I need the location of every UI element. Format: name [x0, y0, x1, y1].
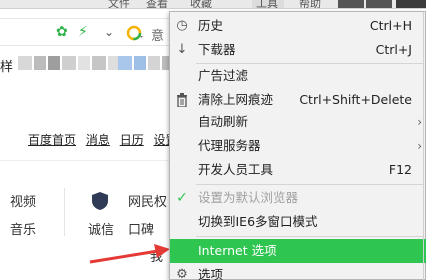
- menu-item-set-default-browser: ✓ 设置为默认浏览器: [170, 186, 426, 210]
- menu-right-edge: [423, 12, 424, 280]
- menu-item-shortcut: F12: [388, 162, 412, 177]
- maximize-button[interactable]: [366, 0, 392, 8]
- menu-item-label: 选项: [198, 267, 224, 280]
- menu-separator: [196, 236, 424, 237]
- menu-item-label: 设置为默认浏览器: [198, 190, 299, 205]
- download-icon: ↓: [176, 42, 188, 57]
- menu-item-label: 历史: [198, 18, 224, 33]
- menu-item-label: 自动刷新: [198, 114, 249, 129]
- trash-icon: [174, 92, 190, 108]
- minimize-button[interactable]: [338, 0, 364, 8]
- submenu-arrow-icon: ›: [417, 139, 422, 153]
- menu-item-clear-history[interactable]: 清除上网痕迹 Ctrl+Shift+Delete: [170, 88, 426, 112]
- close-button[interactable]: [396, 0, 426, 8]
- menu-item-developer-tools[interactable]: 开发人员工具 F12: [170, 158, 426, 182]
- menu-item-auto-refresh[interactable]: 自动刷新 ›: [170, 110, 426, 134]
- menu-item-options[interactable]: ⚙ 选项: [170, 263, 426, 280]
- menu-item-label: 开发人员工具: [198, 162, 274, 177]
- menu-item-shortcut: Ctrl+H: [369, 18, 412, 33]
- submenu-arrow-icon: ›: [417, 115, 422, 129]
- menu-item-proxy-server[interactable]: 代理服务器 ›: [170, 134, 426, 158]
- menu-item-history[interactable]: ◷ 历史 Ctrl+H: [170, 14, 426, 38]
- menu-item-switch-ie6-mode[interactable]: 切换到IE6多窗口模式: [170, 210, 426, 234]
- menu-item-shortcut: Ctrl+Shift+Delete: [299, 92, 412, 107]
- menu-item-downloader[interactable]: ↓ 下载器 Ctrl+J: [170, 38, 426, 62]
- menu-item-shortcut: Ctrl+J: [375, 42, 412, 57]
- menu-tools[interactable]: 工具: [256, 0, 278, 8]
- menu-item-label: 切换到IE6多窗口模式: [198, 214, 318, 229]
- tools-dropdown-menu: ◷ 历史 Ctrl+H ↓ 下载器 Ctrl+J 广告过滤 清除上网痕迹 Ctr…: [169, 11, 426, 280]
- menu-item-label: 代理服务器: [198, 138, 261, 153]
- menu-item-label: 广告过滤: [198, 68, 249, 83]
- check-icon: ✓: [176, 190, 188, 206]
- menu-item-label: 清除上网痕迹: [198, 92, 274, 107]
- menu-item-ad-filter[interactable]: 广告过滤: [170, 64, 426, 88]
- menu-separator: [196, 184, 424, 185]
- menu-item-label: Internet 选项: [198, 243, 277, 258]
- clock-icon: ◷: [176, 18, 188, 33]
- gear-icon: ⚙: [176, 267, 188, 280]
- menu-help[interactable]: 帮助: [299, 0, 321, 8]
- menu-item-label: 下载器: [198, 42, 236, 57]
- menu-item-internet-options[interactable]: Internet 选项: [170, 239, 426, 263]
